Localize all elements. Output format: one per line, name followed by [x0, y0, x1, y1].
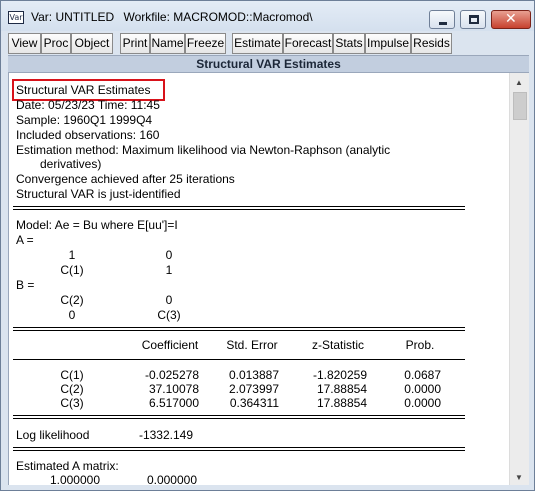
col-header-coefficient: Coefficient: [141, 338, 199, 352]
toolbar-print-button[interactable]: Print: [120, 33, 150, 54]
matrix-b-label: B =: [16, 278, 35, 292]
matrix-a-cell: 1: [165, 263, 173, 277]
toolbar-object-button[interactable]: Object: [71, 33, 113, 54]
coef-z: 17.88854: [316, 396, 367, 410]
window-title-workfile: Workfile: MACROMOD::Macromod\: [123, 10, 313, 24]
loglik-value: -1332.149: [138, 428, 193, 442]
coef-z: 17.88854: [316, 382, 367, 396]
col-header-std-error: Std. Error: [226, 338, 278, 352]
output-method: Estimation method: Maximum likelihood vi…: [16, 143, 391, 157]
divider: [13, 447, 465, 451]
matrix-b-cell: C(3): [157, 308, 181, 322]
vertical-scrollbar[interactable]: ▲ ▼: [509, 73, 529, 485]
toolbar-stats-button[interactable]: Stats: [333, 33, 365, 54]
output-title: Structural VAR Estimates: [16, 83, 151, 97]
view-title: Structural VAR Estimates: [8, 55, 529, 73]
output-view[interactable]: Structural VAR Estimates Date: 05/23/23 …: [8, 73, 509, 485]
col-header-z-statistic: z-Statistic: [311, 338, 364, 352]
coef-value: -0.025278: [144, 368, 199, 382]
close-button[interactable]: ✕: [491, 10, 531, 29]
title-bar[interactable]: Var Var: UNTITLED Workfile: MACROMOD::Ma…: [1, 1, 534, 31]
toolbar-resids-button[interactable]: Resids: [411, 33, 452, 54]
toolbar-view-button[interactable]: View: [8, 33, 41, 54]
matrix-a-cell: C(1): [60, 263, 84, 277]
window-title-object: Var: UNTITLED: [31, 10, 115, 24]
estimated-a-cell: 0.000000: [146, 473, 197, 485]
minimize-icon: [439, 22, 447, 25]
output-method-cont: derivatives): [40, 157, 102, 171]
matrix-a-label: A =: [16, 233, 34, 247]
minimize-button[interactable]: [429, 10, 455, 29]
divider: [13, 327, 465, 331]
matrix-b-cell: 0: [165, 293, 173, 307]
estimated-a-label: Estimated A matrix:: [16, 459, 119, 473]
close-icon: ✕: [505, 11, 517, 27]
coef-prob: 0.0000: [404, 382, 441, 396]
var-app-icon: Var: [8, 11, 24, 24]
output-observations: Included observations: 160: [16, 128, 160, 142]
divider: [13, 206, 465, 210]
coef-name: C(1): [60, 368, 84, 382]
coef-se: 2.073997: [228, 382, 279, 396]
scroll-up-icon[interactable]: ▲: [515, 78, 523, 87]
coef-value: 6.517000: [148, 396, 199, 410]
scroll-thumb[interactable]: [513, 92, 527, 120]
scroll-down-icon[interactable]: ▼: [515, 473, 523, 482]
output-sample: Sample: 1960Q1 1999Q4: [16, 113, 153, 127]
coef-se: 0.364311: [229, 396, 279, 410]
coef-prob: 0.0000: [404, 396, 441, 410]
col-header-prob: Prob.: [405, 338, 435, 352]
divider: [13, 359, 465, 360]
toolbar-name-button[interactable]: Name: [150, 33, 185, 54]
estimated-a-cell: 1.000000: [49, 473, 100, 485]
toolbar-freeze-button[interactable]: Freeze: [185, 33, 226, 54]
output-identification: Structural VAR is just-identified: [16, 187, 181, 201]
coef-se: 0.013887: [228, 368, 279, 382]
maximize-button[interactable]: [460, 10, 486, 29]
divider: [13, 415, 465, 419]
loglik-label: Log likelihood: [16, 428, 90, 442]
matrix-a-cell: 0: [165, 248, 173, 262]
output-date: Date: 05/23/23 Time: 11:45: [16, 98, 160, 112]
toolbar-proc-button[interactable]: Proc: [41, 33, 71, 54]
coef-value: 37.10078: [148, 382, 199, 396]
coef-z: -1.820259: [312, 368, 367, 382]
matrix-b-cell: C(2): [60, 293, 84, 307]
model-equation: Model: Ae = Bu where E[uu']=I: [16, 218, 178, 232]
toolbar-impulse-button[interactable]: Impulse: [365, 33, 411, 54]
var-window: Var Var: UNTITLED Workfile: MACROMOD::Ma…: [0, 0, 535, 491]
maximize-icon: [469, 15, 479, 24]
coef-prob: 0.0687: [404, 368, 441, 382]
window-title: Var: UNTITLED Workfile: MACROMOD::Macrom…: [31, 10, 313, 24]
matrix-b-cell: 0: [68, 308, 76, 322]
matrix-a-cell: 1: [68, 248, 76, 262]
coef-name: C(3): [60, 396, 84, 410]
toolbar-forecast-button[interactable]: Forecast: [283, 33, 333, 54]
coef-name: C(2): [60, 382, 84, 396]
toolbar-estimate-button[interactable]: Estimate: [232, 33, 283, 54]
output-convergence: Convergence achieved after 25 iterations: [16, 172, 235, 186]
